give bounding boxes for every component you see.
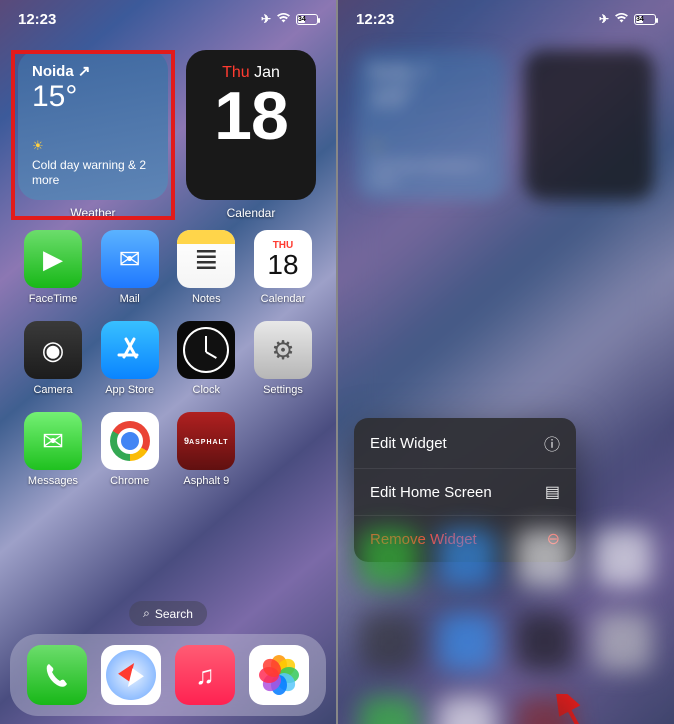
dock-music[interactable]: ♫ (175, 645, 235, 705)
weather-widget[interactable]: Noida ↗ 15° ☀︎ Cold day warning & 2 more (356, 50, 506, 200)
calendar-widget-label: Calendar (227, 206, 276, 220)
calendar-widget[interactable]: Thu Jan 18 (186, 50, 316, 200)
appstore-icon (101, 321, 159, 379)
dock-phone[interactable] (27, 645, 87, 705)
location-arrow-icon: ↗ (78, 63, 91, 80)
app-mail[interactable]: ✉︎Mail (99, 230, 161, 305)
weather-location: Noida (32, 63, 74, 80)
airplane-mode-icon: ✈︎ (599, 12, 609, 26)
app-settings[interactable]: ⚙︎Settings (252, 321, 314, 396)
asphalt9-icon: 9ASPHALT (177, 412, 235, 470)
weather-widget[interactable]: Noida ↗ 15° ☀︎ Cold day warning & 2 more (18, 50, 168, 200)
status-bar: 12:23 ✈︎ 34 (0, 0, 336, 38)
camera-icon: ◉ (24, 321, 82, 379)
spotlight-search-button[interactable]: ⌕ Search (129, 601, 207, 626)
chrome-icon (101, 412, 159, 470)
battery-icon: 34 (634, 14, 656, 25)
app-asphalt9[interactable]: 9ASPHALTAsphalt 9 (175, 412, 237, 487)
search-icon: ⌕ (143, 606, 150, 621)
dock-safari[interactable] (101, 645, 161, 705)
app-facetime[interactable]: ▶FaceTime (22, 230, 84, 305)
clock-icon (177, 321, 235, 379)
notes-icon: ≣ (177, 230, 235, 288)
sun-icon: ☀︎ (370, 138, 492, 154)
app-chrome[interactable]: Chrome (99, 412, 161, 487)
app-appstore[interactable]: App Store (99, 321, 161, 396)
status-time: 12:23 (18, 11, 56, 28)
blurred-icon-grid (338, 489, 674, 724)
mail-icon: ✉︎ (101, 230, 159, 288)
messages-icon: ✉ (24, 412, 82, 470)
menu-edit-widget[interactable]: Edit Widget ⓘ (354, 418, 576, 469)
weather-temperature: 15° (32, 80, 154, 113)
app-notes[interactable]: ≣Notes (175, 230, 237, 305)
calendar-icon: THU18 (254, 230, 312, 288)
airplane-mode-icon: ✈︎ (261, 12, 271, 26)
status-time: 12:23 (356, 11, 394, 28)
app-calendar[interactable]: THU18Calendar (252, 230, 314, 305)
dock-photos[interactable] (249, 645, 309, 705)
calendar-day: 18 (186, 82, 316, 150)
status-bar: 12:23 ✈︎ 34 (338, 0, 674, 38)
app-icon-grid: ▶FaceTime ✉︎Mail ≣Notes THU18Calendar ◉C… (0, 220, 336, 497)
weather-warning: Cold day warning & 2 more (32, 158, 154, 188)
facetime-icon: ▶ (24, 230, 82, 288)
wifi-icon (614, 12, 629, 26)
search-label: Search (155, 607, 193, 621)
weather-widget-label: Weather (70, 206, 115, 220)
wifi-icon (276, 12, 291, 26)
dock: ♫ (10, 634, 326, 716)
sun-icon: ☀︎ (32, 138, 154, 154)
app-camera[interactable]: ◉Camera (22, 321, 84, 396)
info-circle-icon: ⓘ (544, 431, 560, 455)
iphone-home-screen-contextmenu: 12:23 ✈︎ 34 Noida ↗ 15° ☀︎ Cold day warn… (338, 0, 674, 724)
calendar-widget-blurred (524, 50, 654, 200)
app-messages[interactable]: ✉Messages (22, 412, 84, 487)
battery-icon: 34 (296, 14, 318, 25)
iphone-home-screen-left: 12:23 ✈︎ 34 Noida ↗ 15° ☀︎ Cold day warn… (0, 0, 336, 724)
app-clock[interactable]: Clock (175, 321, 237, 396)
settings-gear-icon: ⚙︎ (254, 321, 312, 379)
